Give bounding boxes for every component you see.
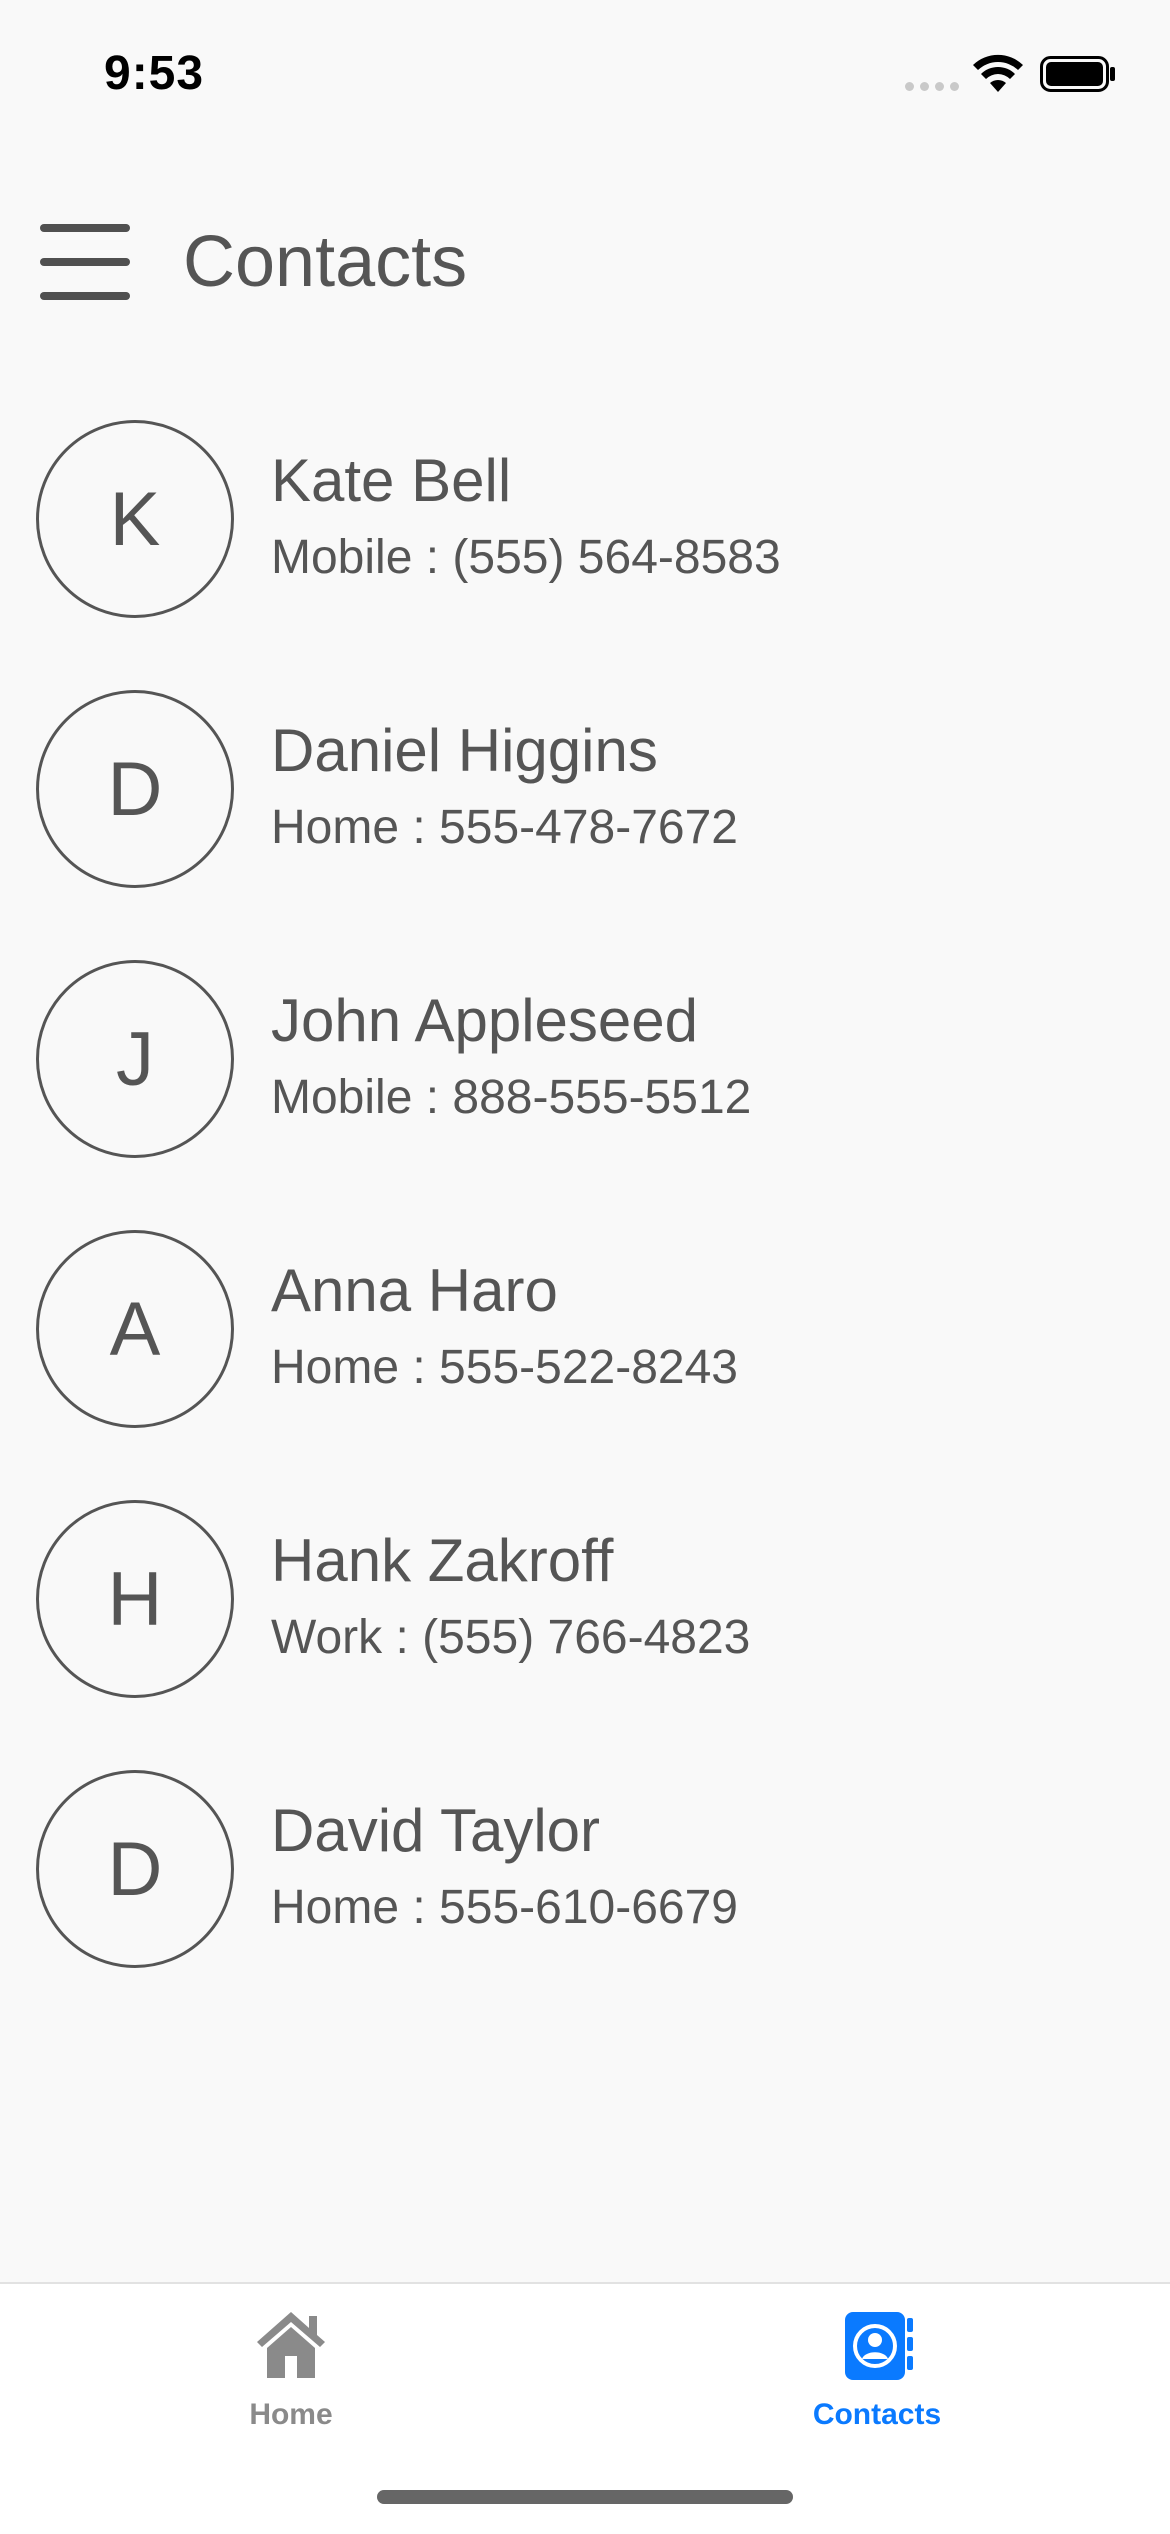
- wifi-icon: [973, 54, 1023, 92]
- page-title: Contacts: [183, 222, 468, 302]
- avatar: J: [36, 960, 234, 1158]
- avatar: D: [36, 690, 234, 888]
- contact-name: Hank Zakroff: [271, 1527, 614, 1594]
- app-header: Contacts: [0, 190, 1170, 340]
- house-icon: [257, 2312, 325, 2378]
- contact-phone: Work : (555) 766-4823: [271, 1611, 751, 1664]
- contact-name: Kate Bell: [271, 447, 512, 514]
- contact-phone: Mobile : (555) 564-8583: [271, 531, 781, 584]
- avatar: K: [36, 420, 234, 618]
- contact-phone: Home : 555-610-6679: [271, 1881, 738, 1934]
- contact-name: David Taylor: [271, 1797, 601, 1864]
- tab-home[interactable]: Home: [141, 2304, 441, 2454]
- cellular-signal-icon: [905, 82, 959, 91]
- contact-row-david-taylor[interactable]: D David Taylor Home : 555-610-6679: [0, 1740, 1170, 2010]
- contact-row-kate-bell[interactable]: K Kate Bell Mobile : (555) 564-8583: [0, 390, 1170, 660]
- contact-row-john-appleseed[interactable]: J John Appleseed Mobile : 888-555-5512: [0, 930, 1170, 1200]
- status-bar: 9:53: [0, 0, 1170, 140]
- avatar: D: [36, 1770, 234, 1968]
- contact-phone: Mobile : 888-555-5512: [271, 1071, 752, 1124]
- contact-list: K Kate Bell Mobile : (555) 564-8583 D Da…: [0, 390, 1170, 2010]
- contact-name: Daniel Higgins: [271, 717, 658, 784]
- contact-phone: Home : 555-478-7672: [271, 801, 738, 854]
- contact-name: John Appleseed: [271, 987, 699, 1054]
- contact-phone: Home : 555-522-8243: [271, 1341, 738, 1394]
- hamburger-menu-icon[interactable]: [40, 224, 130, 300]
- contact-name: Anna Haro: [271, 1257, 558, 1324]
- avatar: A: [36, 1230, 234, 1428]
- contact-row-daniel-higgins[interactable]: D Daniel Higgins Home : 555-478-7672: [0, 660, 1170, 930]
- home-indicator[interactable]: [377, 2490, 793, 2504]
- status-time: 9:53: [104, 47, 205, 100]
- tab-contacts[interactable]: Contacts: [727, 2304, 1027, 2454]
- tab-home-label: Home: [249, 2398, 333, 2431]
- battery-icon: [1040, 56, 1115, 92]
- contact-row-anna-haro[interactable]: A Anna Haro Home : 555-522-8243: [0, 1200, 1170, 1470]
- contact-row-hank-zakroff[interactable]: H Hank Zakroff Work : (555) 766-4823: [0, 1470, 1170, 1740]
- avatar: H: [36, 1500, 234, 1698]
- tab-contacts-label: Contacts: [812, 2398, 942, 2431]
- contacts-book-icon: [845, 2312, 913, 2380]
